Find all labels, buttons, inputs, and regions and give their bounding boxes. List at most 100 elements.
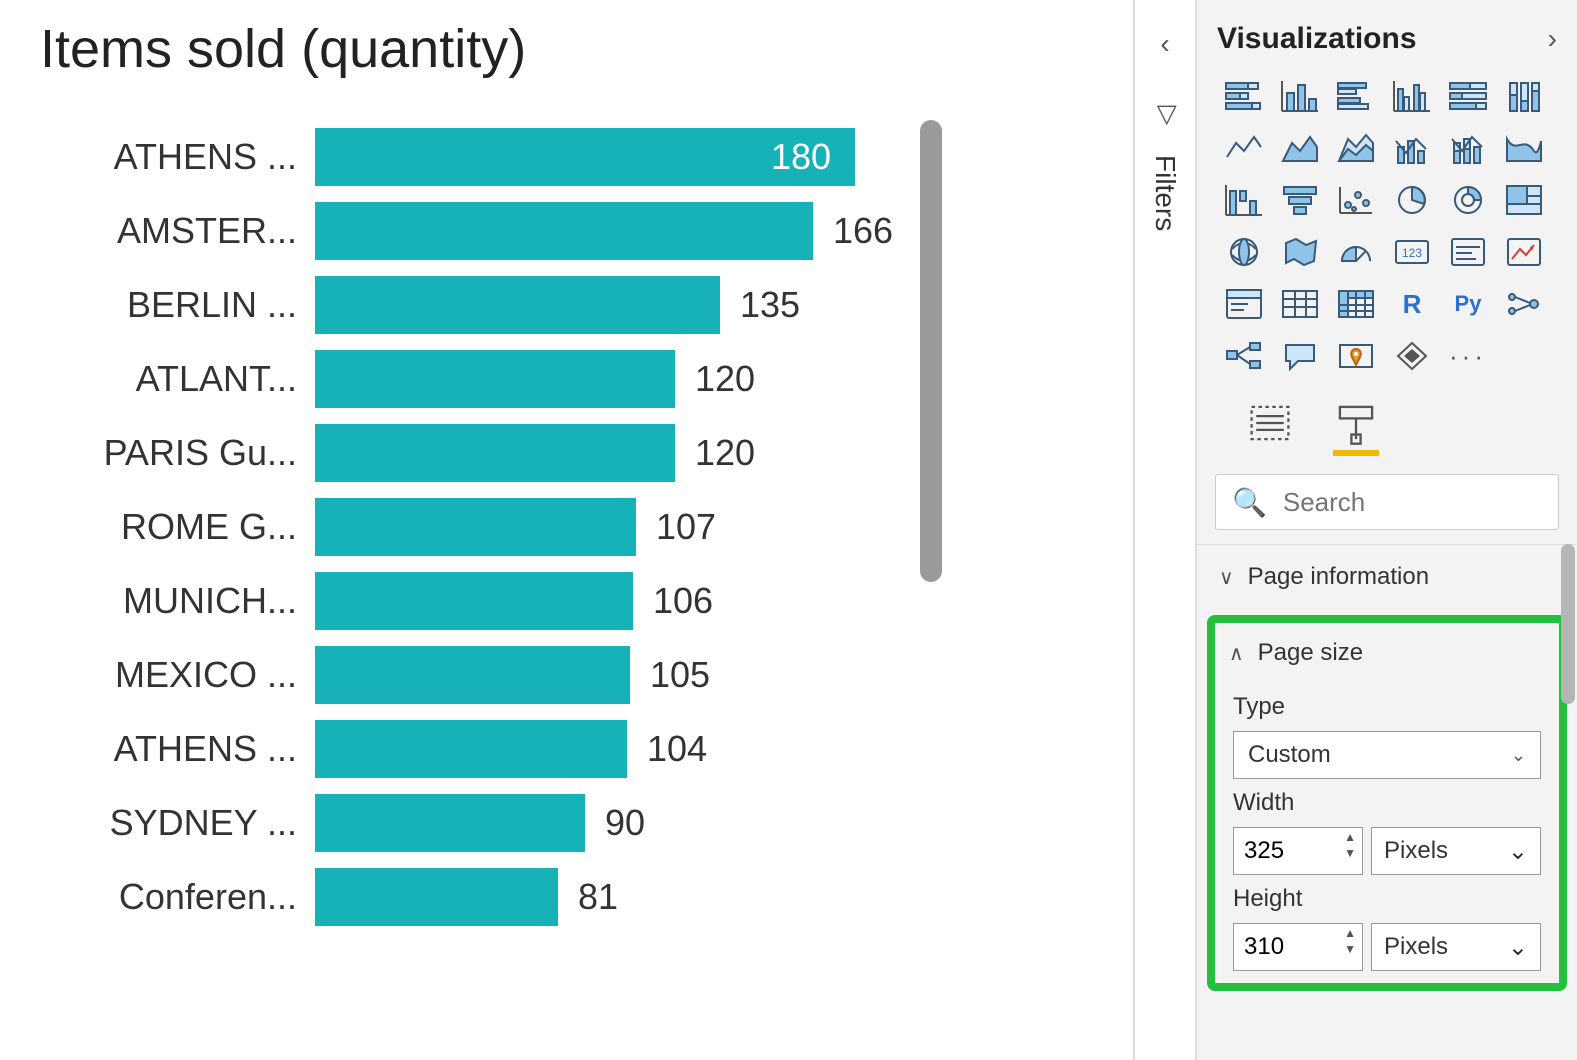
height-unit-dropdown[interactable]: Pixels ⌄ — [1371, 923, 1541, 971]
chevron-left-icon[interactable]: ‹ — [1160, 28, 1169, 60]
bar[interactable] — [315, 276, 720, 334]
bar-label: Conferen... — [40, 876, 315, 918]
bar-value: 120 — [695, 432, 755, 474]
viz-funnel-icon[interactable] — [1277, 180, 1323, 220]
viz-qna-icon[interactable] — [1277, 336, 1323, 376]
height-label: Height — [1233, 885, 1541, 913]
chevron-right-icon[interactable]: › — [1548, 23, 1557, 55]
chart-scrollbar[interactable] — [920, 120, 942, 960]
filters-icon: ◁ — [1150, 106, 1181, 126]
viz-ribbon-icon[interactable] — [1501, 128, 1547, 168]
bar-label: ATHENS ... — [40, 136, 315, 178]
page-size-type-value: Custom — [1248, 741, 1331, 769]
viz-map-icon[interactable] — [1221, 232, 1267, 272]
height-step-down[interactable]: ▼ — [1344, 942, 1356, 958]
bar[interactable] — [315, 424, 675, 482]
viz-more-icon[interactable]: ··· — [1445, 336, 1491, 376]
bar[interactable] — [315, 202, 813, 260]
bar-label: AMSTER... — [40, 210, 315, 252]
filters-pane-collapsed[interactable]: ‹ ◁ Filters — [1135, 0, 1197, 1060]
viz-100-stacked-column-icon[interactable] — [1501, 76, 1547, 116]
bar-row[interactable]: Conferen...81 — [40, 860, 910, 934]
viz-treemap-icon[interactable] — [1501, 180, 1547, 220]
bar-label: MUNICH... — [40, 580, 315, 622]
bar-chart[interactable]: ATHENS ...180AMSTER...166BERLIN ...135AT… — [40, 120, 910, 960]
report-canvas[interactable]: Items sold (quantity) ATHENS ...180AMSTE… — [0, 0, 1135, 1060]
viz-line-stacked-column-icon[interactable] — [1445, 128, 1491, 168]
bar-value: 120 — [695, 358, 755, 400]
viz-area-icon[interactable] — [1277, 128, 1323, 168]
viz-python-icon[interactable]: Py — [1445, 284, 1491, 324]
bar-row[interactable]: ROME G...107 — [40, 490, 910, 564]
viz-key-influencers-icon[interactable] — [1501, 284, 1547, 324]
viz-scatter-icon[interactable] — [1333, 180, 1379, 220]
format-search[interactable]: 🔍 — [1215, 474, 1559, 530]
bar[interactable] — [315, 868, 558, 926]
height-unit-value: Pixels — [1384, 933, 1448, 961]
viz-clustered-column-icon[interactable] — [1389, 76, 1435, 116]
svg-text:123: 123 — [1402, 246, 1422, 260]
viz-100-stacked-bar-icon[interactable] — [1445, 76, 1491, 116]
page-size-type-dropdown[interactable]: Custom ⌄ — [1233, 731, 1541, 779]
viz-stacked-area-icon[interactable] — [1333, 128, 1379, 168]
bar[interactable] — [315, 794, 585, 852]
bar-row[interactable]: MUNICH...106 — [40, 564, 910, 638]
viz-power-apps-icon[interactable] — [1389, 336, 1435, 376]
bar-row[interactable]: ATHENS ...180 — [40, 120, 910, 194]
bar-value: 104 — [647, 728, 707, 770]
height-input[interactable]: ▲▼ — [1233, 923, 1363, 971]
bar[interactable] — [315, 498, 636, 556]
width-unit-dropdown[interactable]: Pixels ⌄ — [1371, 827, 1541, 875]
viz-table-icon[interactable] — [1277, 284, 1323, 324]
bar-label: PARIS Gu... — [40, 432, 315, 474]
viz-pie-icon[interactable] — [1389, 180, 1435, 220]
page-size-section[interactable]: ∧ Page size — [1215, 623, 1559, 683]
chevron-up-icon: ∧ — [1229, 641, 1244, 666]
bar-value: 90 — [605, 802, 645, 844]
viz-kpi-icon[interactable] — [1501, 232, 1547, 272]
chart-scrollbar-thumb[interactable] — [920, 120, 942, 582]
viz-stacked-bar-icon[interactable] — [1221, 76, 1267, 116]
search-icon: 🔍 — [1232, 486, 1267, 519]
viz-arcgis-icon[interactable] — [1333, 336, 1379, 376]
bar[interactable] — [315, 646, 630, 704]
width-input[interactable]: ▲▼ — [1233, 827, 1363, 875]
viz-line-icon[interactable] — [1221, 128, 1267, 168]
bar-row[interactable]: MEXICO ...105 — [40, 638, 910, 712]
viz-filled-map-icon[interactable] — [1277, 232, 1323, 272]
viz-matrix-icon[interactable] — [1333, 284, 1379, 324]
bar[interactable] — [315, 720, 627, 778]
page-information-section[interactable]: ∨ Page information — [1197, 544, 1577, 609]
bar-value: 105 — [650, 654, 710, 696]
width-step-down[interactable]: ▼ — [1344, 846, 1356, 862]
bar-row[interactable]: PARIS Gu... 120 — [40, 416, 910, 490]
page-information-label: Page information — [1248, 563, 1429, 591]
viz-gauge-icon[interactable] — [1333, 232, 1379, 272]
fields-tab[interactable] — [1247, 400, 1293, 456]
bar-row[interactable]: ATLANT...120 — [40, 342, 910, 416]
height-value[interactable] — [1244, 933, 1314, 961]
bar-row[interactable]: SYDNEY ...90 — [40, 786, 910, 860]
viz-donut-icon[interactable] — [1445, 180, 1491, 220]
bar-row[interactable]: BERLIN ...135 — [40, 268, 910, 342]
bar[interactable] — [315, 572, 633, 630]
bar-row[interactable]: ATHENS ...104 — [40, 712, 910, 786]
width-value[interactable] — [1244, 837, 1314, 865]
bar-row[interactable]: AMSTER... 166 — [40, 194, 910, 268]
search-input[interactable] — [1283, 487, 1542, 518]
width-step-up[interactable]: ▲ — [1344, 830, 1356, 846]
bar-value: 166 — [833, 210, 893, 252]
viz-column-icon[interactable] — [1277, 76, 1323, 116]
viz-line-column-icon[interactable] — [1389, 128, 1435, 168]
viz-multi-row-card-icon[interactable] — [1445, 232, 1491, 272]
viz-card-icon[interactable]: 123 — [1389, 232, 1435, 272]
viz-slicer-icon[interactable] — [1221, 284, 1267, 324]
viz-r-script-icon[interactable]: R — [1389, 284, 1435, 324]
viz-clustered-bar-icon[interactable] — [1333, 76, 1379, 116]
bar[interactable] — [315, 350, 675, 408]
viz-decomposition-tree-icon[interactable] — [1221, 336, 1267, 376]
height-step-up[interactable]: ▲ — [1344, 926, 1356, 942]
properties-scrollbar[interactable] — [1561, 544, 1575, 704]
format-tab[interactable] — [1333, 400, 1379, 456]
viz-waterfall-icon[interactable] — [1221, 180, 1267, 220]
